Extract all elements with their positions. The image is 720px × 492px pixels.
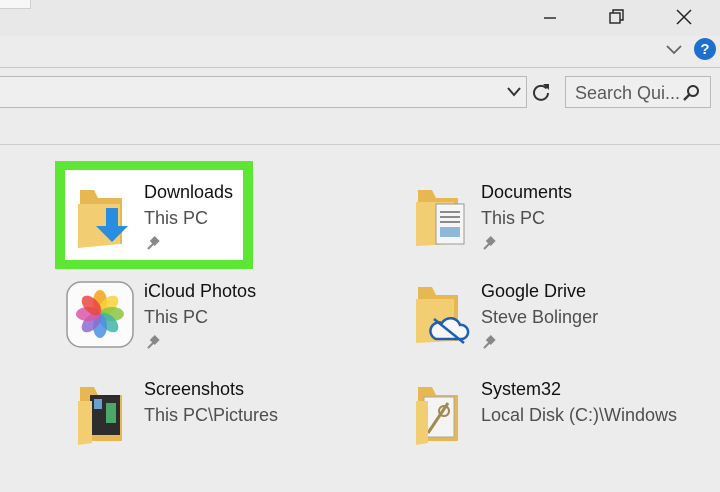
- google-drive-folder-icon: [416, 287, 470, 344]
- close-button[interactable]: [662, 4, 706, 30]
- restore-icon: [609, 9, 624, 24]
- item-name: iCloud Photos: [144, 281, 257, 301]
- item-location: This PC: [481, 208, 546, 228]
- close-icon: [676, 9, 692, 25]
- address-bar[interactable]: [0, 76, 527, 108]
- restore-button[interactable]: [594, 4, 638, 30]
- quick-access-item-screenshots[interactable]: Screenshots This PC\Pictures: [66, 379, 286, 453]
- search-icon: [683, 85, 699, 101]
- quick-access-item-google-drive[interactable]: Google Drive Steve Bolinger: [412, 281, 612, 355]
- search-input[interactable]: Search Qui...: [565, 76, 711, 108]
- screenshots-folder-icon: [78, 387, 122, 445]
- item-name: Screenshots: [144, 379, 245, 399]
- pin-icon: [483, 335, 496, 349]
- item-name: Documents: [481, 182, 573, 202]
- help-button[interactable]: ?: [694, 38, 716, 60]
- title-bar: [0, 0, 720, 36]
- documents-folder-icon: [416, 190, 465, 246]
- item-location: This PC: [144, 208, 209, 228]
- quick-access-item-system32[interactable]: System32 Local Disk (C:)\Windows: [412, 379, 692, 453]
- quick-access-item-icloud-photos[interactable]: iCloud Photos This PC: [66, 281, 266, 355]
- search-placeholder: Search Qui...: [575, 83, 681, 103]
- minimize-button[interactable]: [528, 4, 572, 30]
- help-label: ?: [700, 40, 710, 58]
- item-name: System32: [481, 379, 562, 399]
- item-name: Google Drive: [481, 281, 587, 301]
- quick-access-item-documents[interactable]: Documents This PC: [412, 182, 612, 256]
- item-location: Local Disk (C:)\Windows: [481, 405, 678, 425]
- downloads-folder-icon: [78, 190, 128, 248]
- ribbon-toggle-button[interactable]: [664, 40, 684, 63]
- pin-icon: [147, 335, 160, 349]
- minimize-icon: [544, 17, 556, 19]
- item-location: Steve Bolinger: [481, 307, 599, 327]
- item-name: Downloads: [144, 182, 234, 202]
- address-history-button[interactable]: [505, 84, 523, 105]
- content-divider: [0, 144, 720, 145]
- pin-icon: [483, 236, 496, 250]
- system32-folder-icon: [416, 387, 458, 445]
- item-location: This PC: [144, 307, 209, 327]
- refresh-icon: [533, 84, 549, 101]
- pin-icon: [147, 236, 160, 250]
- chevron-down-icon: [666, 45, 682, 55]
- ribbon-divider: [0, 67, 720, 68]
- quick-access-item-downloads[interactable]: Downloads This PC: [66, 182, 246, 256]
- item-location: This PC\Pictures: [144, 405, 279, 425]
- chevron-down-icon: [507, 87, 521, 97]
- title-bar-corner: [0, 0, 31, 9]
- icloud-photos-icon: [66, 281, 134, 348]
- refresh-button[interactable]: [528, 76, 554, 108]
